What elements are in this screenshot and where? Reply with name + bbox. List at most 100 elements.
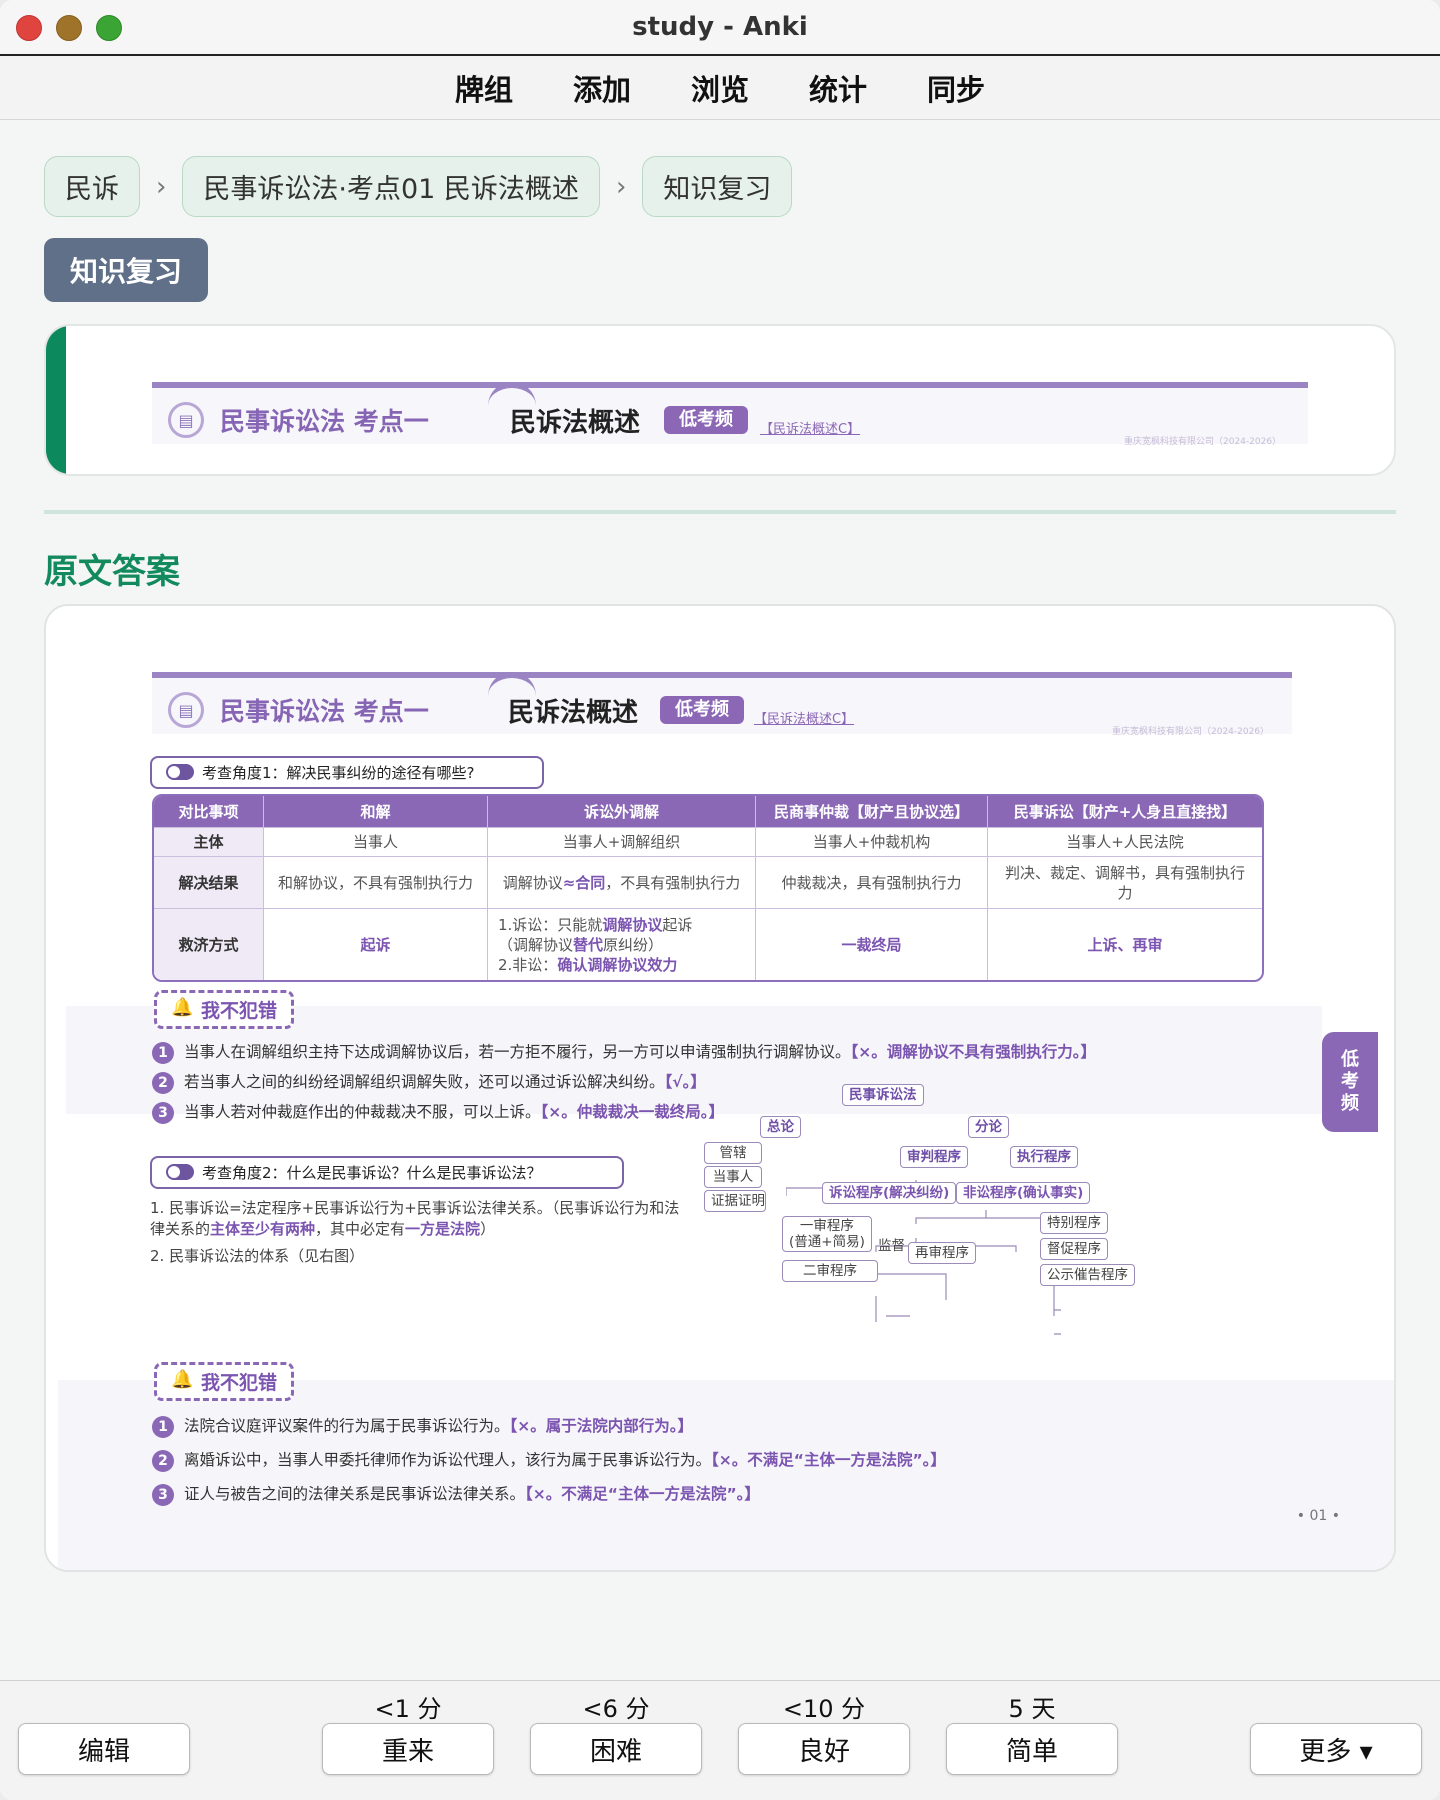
breadcrumb-item-topic[interactable]: 民事诉讼法·考点01 民诉法概述 <box>182 156 600 217</box>
banner-subject: 民事诉讼法 考点一 <box>220 697 429 726</box>
table-cell: 当事人+调解组织 <box>488 827 756 856</box>
exam-angle-2-text: 考查角度2：什么是民事诉讼？什么是民事诉讼法？ <box>202 1164 542 1182</box>
mistake-question: 当事人在调解组织主持下达成调解协议后，若一方拒不履行，另一方可以申请强制执行调解… <box>184 1043 851 1061</box>
edit-button[interactable]: 编辑 <box>18 1723 190 1775</box>
number-badge: 1 <box>152 1042 174 1064</box>
banner-copyright: 重庆宽枫科技有限公司（2024-2026） <box>1112 727 1270 737</box>
mistake-label-1: 🔔 我不犯错 <box>154 990 295 1029</box>
page-number: • 01 • <box>1296 1508 1340 1524</box>
para-line: 2. 民事诉讼法的体系（见右图） <box>150 1247 365 1265</box>
cell-text: 1.诉讼：只能就 <box>498 915 603 934</box>
again-button[interactable]: 重来 <box>322 1723 494 1775</box>
easy-interval: 5 天 <box>1008 1695 1056 1723</box>
mistake-item: 3 证人与被告之间的法律关系是民事诉讼法律关系。【×。不满足“主体一方是法院”。】 <box>152 1482 760 1506</box>
answer-bar: 编辑 <1 分 重来 <6 分 困难 <10 分 良好 5 天 简单 更多 ▾ <box>0 1680 1440 1800</box>
table-header: 和解 <box>264 796 488 827</box>
tree-node-retrial: 再审程序 <box>908 1242 976 1264</box>
breadcrumb-separator: › <box>156 171 167 202</box>
para-highlight: 主体至少有两种 <box>210 1220 316 1238</box>
mistake-answer: 【×。调解协议不具有强制执行力。】 <box>850 1043 1097 1061</box>
title-bar: study - Anki <box>0 0 1440 56</box>
table-header: 民事诉讼【财产+人身且直接找】 <box>988 796 1262 827</box>
table-row: 解决结果 和解协议，不具有强制执行力 调解协议≈合同，不具有强制执行力 仲裁裁决… <box>154 856 1262 908</box>
toolbar-add[interactable]: 添加 <box>573 67 631 109</box>
anki-window: study - Anki 牌组 添加 浏览 统计 同步 民诉 › 民事诉讼法·考… <box>0 0 1440 1800</box>
mistake-panel-2 <box>58 1380 1394 1570</box>
cell-line: 2.非讼：确认调解协议效力 <box>498 955 745 975</box>
para-text: 律关系的 <box>150 1220 211 1238</box>
cell-text: ，不具有强制执行力 <box>605 873 741 892</box>
bell-icon: 🔔 <box>171 997 194 1018</box>
banner-title: 民诉法概述 <box>508 698 639 728</box>
para-line: 1. 民事诉讼=法定程序+民事诉讼行为+民事诉讼法律关系。（民事诉讼行为和法 <box>150 1199 680 1217</box>
breadcrumb-separator: › <box>615 171 627 202</box>
hard-interval: <6 分 <box>582 1695 650 1723</box>
tree-node-evidence: 证据证明 <box>704 1190 766 1212</box>
mistake-answer: 【×。不满足“主体一方是法院”。】 <box>711 1451 946 1469</box>
toolbar-browse[interactable]: 浏览 <box>691 67 749 109</box>
mistake-answer: 【×。属于法院内部行为。】 <box>509 1417 694 1435</box>
toggle-icon <box>166 1164 194 1180</box>
mistake-question: 若当事人之间的纠纷经调解组织调解失败，还可以通过诉讼解决纠纷。 <box>184 1073 665 1091</box>
table-cell: 和解协议，不具有强制执行力 <box>264 856 488 908</box>
review-content: 民诉 › 民事诉讼法·考点01 民诉法概述 › 知识复习 知识复习 ▤ 民事诉讼… <box>0 120 1440 1680</box>
table-header: 诉讼外调解 <box>488 796 756 827</box>
cell-text: 调解协议 <box>502 873 563 892</box>
easy-button[interactable]: 简单 <box>946 1723 1118 1775</box>
row-label: 主体 <box>154 827 264 856</box>
table-cell: 当事人 <box>264 827 488 856</box>
exam-angle-1-text: 考查角度1：解决民事纠纷的途径有哪些? <box>202 764 475 782</box>
cell-text: 原纠纷） <box>603 935 664 954</box>
mistake-label-2: 🔔 我不犯错 <box>154 1362 295 1401</box>
tree-node-first-instance: 一审程序 (普通+简易) <box>782 1216 872 1252</box>
mistake-question: 法院合议庭评议案件的行为属于民事诉讼行为。 <box>184 1417 510 1435</box>
node-text: (普通+简易) <box>789 1234 865 1250</box>
node-text: 一审程序 <box>799 1218 854 1234</box>
row-label: 解决结果 <box>154 856 264 908</box>
toolbar-decks[interactable]: 牌组 <box>455 67 513 109</box>
mistake-question: 当事人若对仲裁庭作出的仲裁裁决不服，可以上诉。 <box>184 1103 541 1121</box>
table-row: 主体 当事人 当事人+调解组织 当事人+仲裁机构 当事人+人民法院 <box>154 827 1262 856</box>
table-cell: 1.诉讼：只能就调解协议起诉 （调解协议替代原纠纷） 2.非讼：确认调解协议效力 <box>488 908 756 980</box>
exam-angle-2: 考查角度2：什么是民事诉讼？什么是民事诉讼法？ <box>150 1156 624 1189</box>
mistake-answer: 【×。仲裁裁决一裁终局。】 <box>540 1103 725 1121</box>
section-divider <box>44 510 1396 514</box>
banner-link[interactable]: 【民诉法概述C】 <box>754 708 854 727</box>
card-type-badge: 知识复习 <box>44 238 209 302</box>
answer-banner: ▤ 民事诉讼法 考点一 民诉法概述 低考频 【民诉法概述C】 重庆宽枫科技有限公… <box>152 672 1292 737</box>
cell-line: （调解协议替代原纠纷） <box>498 935 745 955</box>
cell-highlight: 调解协议 <box>602 915 663 934</box>
para-text: ，其中必定有 <box>315 1220 406 1238</box>
mistake-item: 1 当事人在调解组织主持下达成调解协议后，若一方拒不履行，另一方可以申请强制执行调… <box>152 1040 1096 1064</box>
table-cell: 起诉 <box>264 908 488 980</box>
toolbar-sync[interactable]: 同步 <box>927 67 985 109</box>
mistake-question: 证人与被告之间的法律关系是民事诉讼法律关系。 <box>184 1485 526 1503</box>
frequency-side-tab: 低 考 频 <box>1322 1032 1378 1132</box>
card-accent-bar <box>46 326 66 474</box>
good-button[interactable]: 良好 <box>738 1723 910 1775</box>
answer-section-title: 原文答案 <box>44 552 180 592</box>
number-badge: 3 <box>152 1484 174 1506</box>
breadcrumb-item-section[interactable]: 知识复习 <box>642 156 793 217</box>
hard-button[interactable]: 困难 <box>530 1723 702 1775</box>
table-cell: 调解协议≈合同，不具有强制执行力 <box>488 856 756 908</box>
tree-node-public-summons: 公示催告程序 <box>1040 1264 1135 1286</box>
exam-angle-1: 考查角度1：解决民事纠纷的途径有哪些? <box>150 756 544 789</box>
breadcrumb-item-deck[interactable]: 民诉 <box>44 156 140 217</box>
cell-highlight: ≈合同 <box>562 873 606 892</box>
toolbar-stats[interactable]: 统计 <box>809 67 867 109</box>
mistake-item: 1 法院合议庭评议案件的行为属于民事诉讼行为。【×。属于法院内部行为。】 <box>152 1414 693 1438</box>
question-card: ▤ 民事诉讼法 考点一 民诉法概述 低考频 【民诉法概述C】 重庆宽枫科技有限公… <box>44 324 1396 476</box>
table-header-row: 对比事项 和解 诉讼外调解 民商事仲裁【财产且协议选】 民事诉讼【财产+人身且直… <box>154 796 1262 827</box>
table-row: 救济方式 起诉 1.诉讼：只能就调解协议起诉 （调解协议替代原纠纷） 2.非讼：… <box>154 908 1262 980</box>
toggle-icon <box>166 764 194 780</box>
tree-node-general: 总论 <box>760 1116 801 1138</box>
banner-link[interactable]: 【民诉法概述C】 <box>760 418 860 437</box>
bell-icon: 🔔 <box>171 1369 194 1390</box>
para-line: 律关系的主体至少有两种，其中必定有一方是法院） <box>150 1219 790 1240</box>
more-button[interactable]: 更多 ▾ <box>1250 1723 1422 1775</box>
table-cell: 当事人+仲裁机构 <box>756 827 988 856</box>
mistake-label-text: 我不犯错 <box>201 1372 278 1394</box>
mistake-label-text: 我不犯错 <box>201 1000 278 1022</box>
comparison-table: 对比事项 和解 诉讼外调解 民商事仲裁【财产且协议选】 民事诉讼【财产+人身且直… <box>152 794 1264 982</box>
